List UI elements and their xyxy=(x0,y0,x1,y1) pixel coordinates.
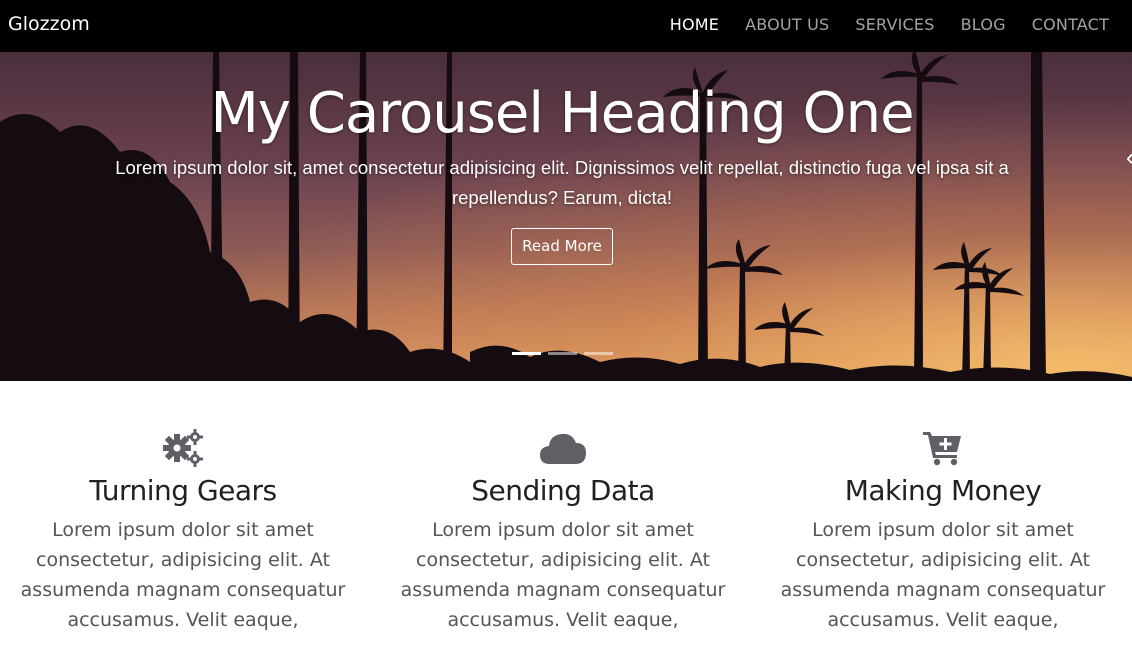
feature-making-money: Making Money Lorem ipsum dolor sit amet … xyxy=(763,428,1123,654)
hero-carousel: My Carousel Heading One Lorem ipsum dolo… xyxy=(0,52,1132,381)
nav-link-services[interactable]: SERVICES xyxy=(855,15,934,34)
read-more-button[interactable]: Read More xyxy=(511,228,613,265)
carousel-text: Lorem ipsum dolor sit, amet consectetur … xyxy=(115,157,1009,208)
carousel-indicator-3[interactable] xyxy=(584,352,613,355)
feature-text: Lorem ipsum dolor sit amet consectetur, … xyxy=(780,519,1106,631)
nav-link-contact[interactable]: CONTACT xyxy=(1032,15,1109,34)
feature-turning-gears: Turning Gears Lorem ipsum dolor sit amet… xyxy=(3,428,363,654)
nav-link-blog[interactable]: BLOG xyxy=(961,15,1006,34)
feature-sending-data: Sending Data Lorem ipsum dolor sit amet … xyxy=(383,428,743,654)
navbar: Glozzom HOME ABOUT US SERVICES BLOG CONT… xyxy=(0,0,1132,52)
feature-title: Making Money xyxy=(844,474,1042,507)
gears-icon xyxy=(3,428,363,468)
brand-logo[interactable]: Glozzom xyxy=(8,13,90,35)
carousel-indicators xyxy=(512,352,620,355)
nav-link-about-us[interactable]: ABOUT US xyxy=(745,15,829,34)
nav-links: HOME ABOUT US SERVICES BLOG CONTACT xyxy=(644,15,1109,34)
nav-link-home[interactable]: HOME xyxy=(670,15,719,34)
carousel-next-icon[interactable]: ‹ xyxy=(1126,144,1132,172)
carousel-indicator-1[interactable] xyxy=(512,352,541,355)
carousel-heading: My Carousel Heading One xyxy=(210,81,914,146)
feature-text: Lorem ipsum dolor sit amet consectetur, … xyxy=(400,519,726,631)
cart-plus-icon xyxy=(763,428,1123,468)
carousel-indicator-2[interactable] xyxy=(548,352,577,355)
cloud-icon xyxy=(383,428,743,468)
feature-text: Lorem ipsum dolor sit amet consectetur, … xyxy=(20,519,346,631)
feature-title: Turning Gears xyxy=(89,474,277,507)
feature-title: Sending Data xyxy=(471,474,655,507)
